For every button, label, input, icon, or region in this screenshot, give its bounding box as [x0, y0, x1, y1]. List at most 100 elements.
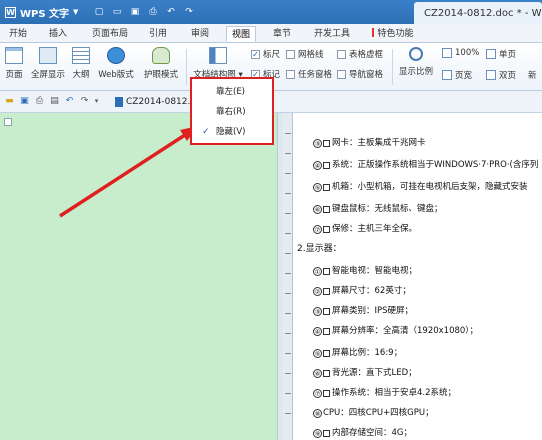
document-line: ⑥ 背光源：直下式LED； — [313, 366, 417, 380]
outline-icon — [72, 47, 90, 64]
tab-page-layout[interactable]: 页面布局 — [86, 26, 134, 42]
web-layout-label: Web版式 — [98, 70, 134, 80]
fullscreen-label: 全屏显示 — [30, 70, 65, 80]
checkbox-checked-icon: ✓ — [251, 49, 260, 59]
open-folder-icon[interactable]: ▭ — [110, 5, 124, 19]
double-page-button[interactable]: 双页 — [486, 69, 516, 81]
checkbox-square-icon — [323, 225, 330, 233]
checkbox-square-icon — [323, 369, 330, 377]
undo-icon[interactable]: ↶ — [63, 95, 76, 108]
task-pane-checkbox[interactable]: 任务窗格 — [286, 68, 332, 80]
document-line: ⑤ 屏幕比例：16:9； — [313, 346, 402, 360]
document-line: ⑧ CPU：四核CPU+四核GPU； — [313, 406, 434, 420]
tab-home[interactable]: 开始 — [4, 26, 32, 42]
line-text: 屏幕尺寸：62英寸； — [332, 286, 411, 296]
checkbox-square-icon — [323, 205, 330, 213]
menu-item-dock-right[interactable]: 靠右(R) — [192, 103, 272, 121]
document-icon — [115, 97, 123, 107]
document-page[interactable]: ③ 网卡：主板集成千兆网卡 ④ 系统：正版操作系统相当于WINDOWS·7·PRO·… — [293, 113, 542, 440]
document-line: ④ 系统：正版操作系统相当于WINDOWS·7·PRO·(含序列 — [313, 158, 538, 172]
chevron-down-icon[interactable]: ▾ — [90, 95, 103, 108]
menu-item-dock-left[interactable]: 靠左(E) — [192, 83, 272, 101]
list-number: ⑨ — [313, 428, 322, 438]
zoom-100-label: 100% — [455, 48, 480, 58]
new-window-label: 新 — [528, 71, 537, 81]
list-number: ④ — [313, 326, 322, 336]
checkbox-square-icon — [323, 349, 330, 357]
tab-developer[interactable]: 开发工具 — [308, 26, 356, 42]
task-pane-label: 任务窗格 — [298, 70, 333, 80]
outline-button[interactable]: 大纲 — [70, 47, 92, 87]
line-text: 操作系统：相当于安卓4.2系统； — [332, 388, 457, 398]
section-heading: 2.显示器： — [297, 244, 342, 254]
wps-app-button[interactable]: W WPS 文字 ▼ — [0, 0, 82, 24]
list-number: ⑤ — [313, 182, 322, 192]
tab-references[interactable]: 引用 — [144, 26, 172, 42]
tab-review[interactable]: 审阅 — [186, 26, 214, 42]
line-text: 机箱：小型机箱，可挂在电视机后支架，隐藏式安装 — [332, 182, 528, 192]
single-page-button[interactable]: 单页 — [486, 48, 516, 60]
table-gridlines-label: 表格虚框 — [349, 50, 384, 60]
tab-special-features[interactable]: 特色功能 — [368, 26, 418, 42]
ruler-checkbox[interactable]: ✓ 标尺 — [251, 48, 280, 60]
save-icon[interactable]: ▣ — [18, 95, 31, 108]
document-map-icon — [209, 47, 227, 64]
tab-insert[interactable]: 插入 — [44, 26, 72, 42]
gridlines-checkbox[interactable]: 网格线 — [286, 48, 324, 60]
menu-item-hide[interactable]: ✓ 隐藏(V) — [192, 123, 272, 141]
list-number: ⑦ — [313, 388, 322, 398]
navigation-pane-checkbox[interactable]: 导航窗格 — [337, 68, 383, 80]
eye-protection-button[interactable]: 护眼模式 — [140, 47, 182, 87]
list-number: ④ — [313, 160, 322, 170]
line-text: 背光源：直下式LED； — [332, 368, 417, 378]
checkbox-unchecked-icon — [286, 49, 295, 59]
page-view-button[interactable]: 页面 — [2, 47, 26, 87]
print-icon[interactable]: ⎙ — [33, 95, 46, 108]
single-page-icon — [486, 49, 496, 59]
line-text: 内部存储空间：4G； — [332, 428, 412, 438]
new-window-button[interactable]: 新 — [528, 69, 537, 81]
chevron-down-icon: ▼ — [73, 8, 79, 16]
checkbox-square-icon — [323, 161, 330, 169]
document-map-dropdown: 靠左(E) 靠右(R) ✓ 隐藏(V) — [190, 77, 274, 145]
open-document-tab[interactable]: CZ2014-0812.d — [115, 93, 197, 111]
ribbon-separator — [392, 49, 393, 85]
checkbox-square-icon — [323, 429, 330, 437]
list-number: ③ — [313, 306, 322, 316]
web-layout-icon — [107, 47, 125, 64]
checkbox-square-icon — [323, 327, 330, 335]
fullscreen-icon — [39, 47, 57, 64]
zoom-button[interactable]: 显示比例 — [396, 47, 436, 87]
fullscreen-button[interactable]: 全屏显示 — [28, 47, 68, 87]
save-icon[interactable]: ▣ — [128, 5, 142, 19]
print-icon[interactable]: ⎙ — [146, 5, 160, 19]
zoom-100-button[interactable]: 100% — [442, 48, 479, 58]
undo-icon[interactable]: ↶ — [164, 5, 178, 19]
print-preview-icon[interactable]: ▤ — [48, 95, 61, 108]
eye-protection-label: 护眼模式 — [143, 70, 178, 80]
tab-view[interactable]: 视图 — [226, 26, 256, 42]
outline-label: 大纲 — [72, 70, 90, 80]
list-number: ③ — [313, 138, 322, 148]
document-tab[interactable]: CZ2014-0812.doc * - WPS — [414, 2, 542, 24]
zoom-100-icon — [442, 48, 452, 58]
tab-chapter[interactable]: 章节 — [268, 26, 296, 42]
list-number: ② — [313, 286, 322, 296]
page-width-button[interactable]: 页宽 — [442, 69, 472, 81]
list-number: ⑤ — [313, 348, 322, 358]
line-text: CPU：四核CPU+四核GPU； — [323, 408, 434, 418]
document-line: ③ 屏幕类别：IPS硬屏； — [313, 304, 413, 318]
open-folder-icon[interactable]: ▬ — [3, 95, 16, 108]
line-text: 屏幕类别：IPS硬屏； — [332, 306, 414, 316]
document-line: ③ 网卡：主板集成千兆网卡 — [313, 136, 426, 150]
checkbox-unchecked-icon — [337, 49, 346, 59]
document-tab-title: CZ2014-0812.doc * - WPS — [424, 7, 542, 19]
table-gridlines-checkbox[interactable]: 表格虚框 — [337, 48, 383, 60]
new-doc-icon[interactable]: ▢ — [92, 5, 106, 19]
annotation-arrow — [59, 126, 198, 218]
checkmark-icon: ✓ — [202, 127, 210, 137]
redo-icon[interactable]: ↷ — [182, 5, 196, 19]
document-line: ⑥ 键盘鼠标：无线鼠标、键盘； — [313, 202, 443, 216]
vertical-ruler — [283, 113, 293, 440]
web-layout-button[interactable]: Web版式 — [96, 47, 136, 87]
